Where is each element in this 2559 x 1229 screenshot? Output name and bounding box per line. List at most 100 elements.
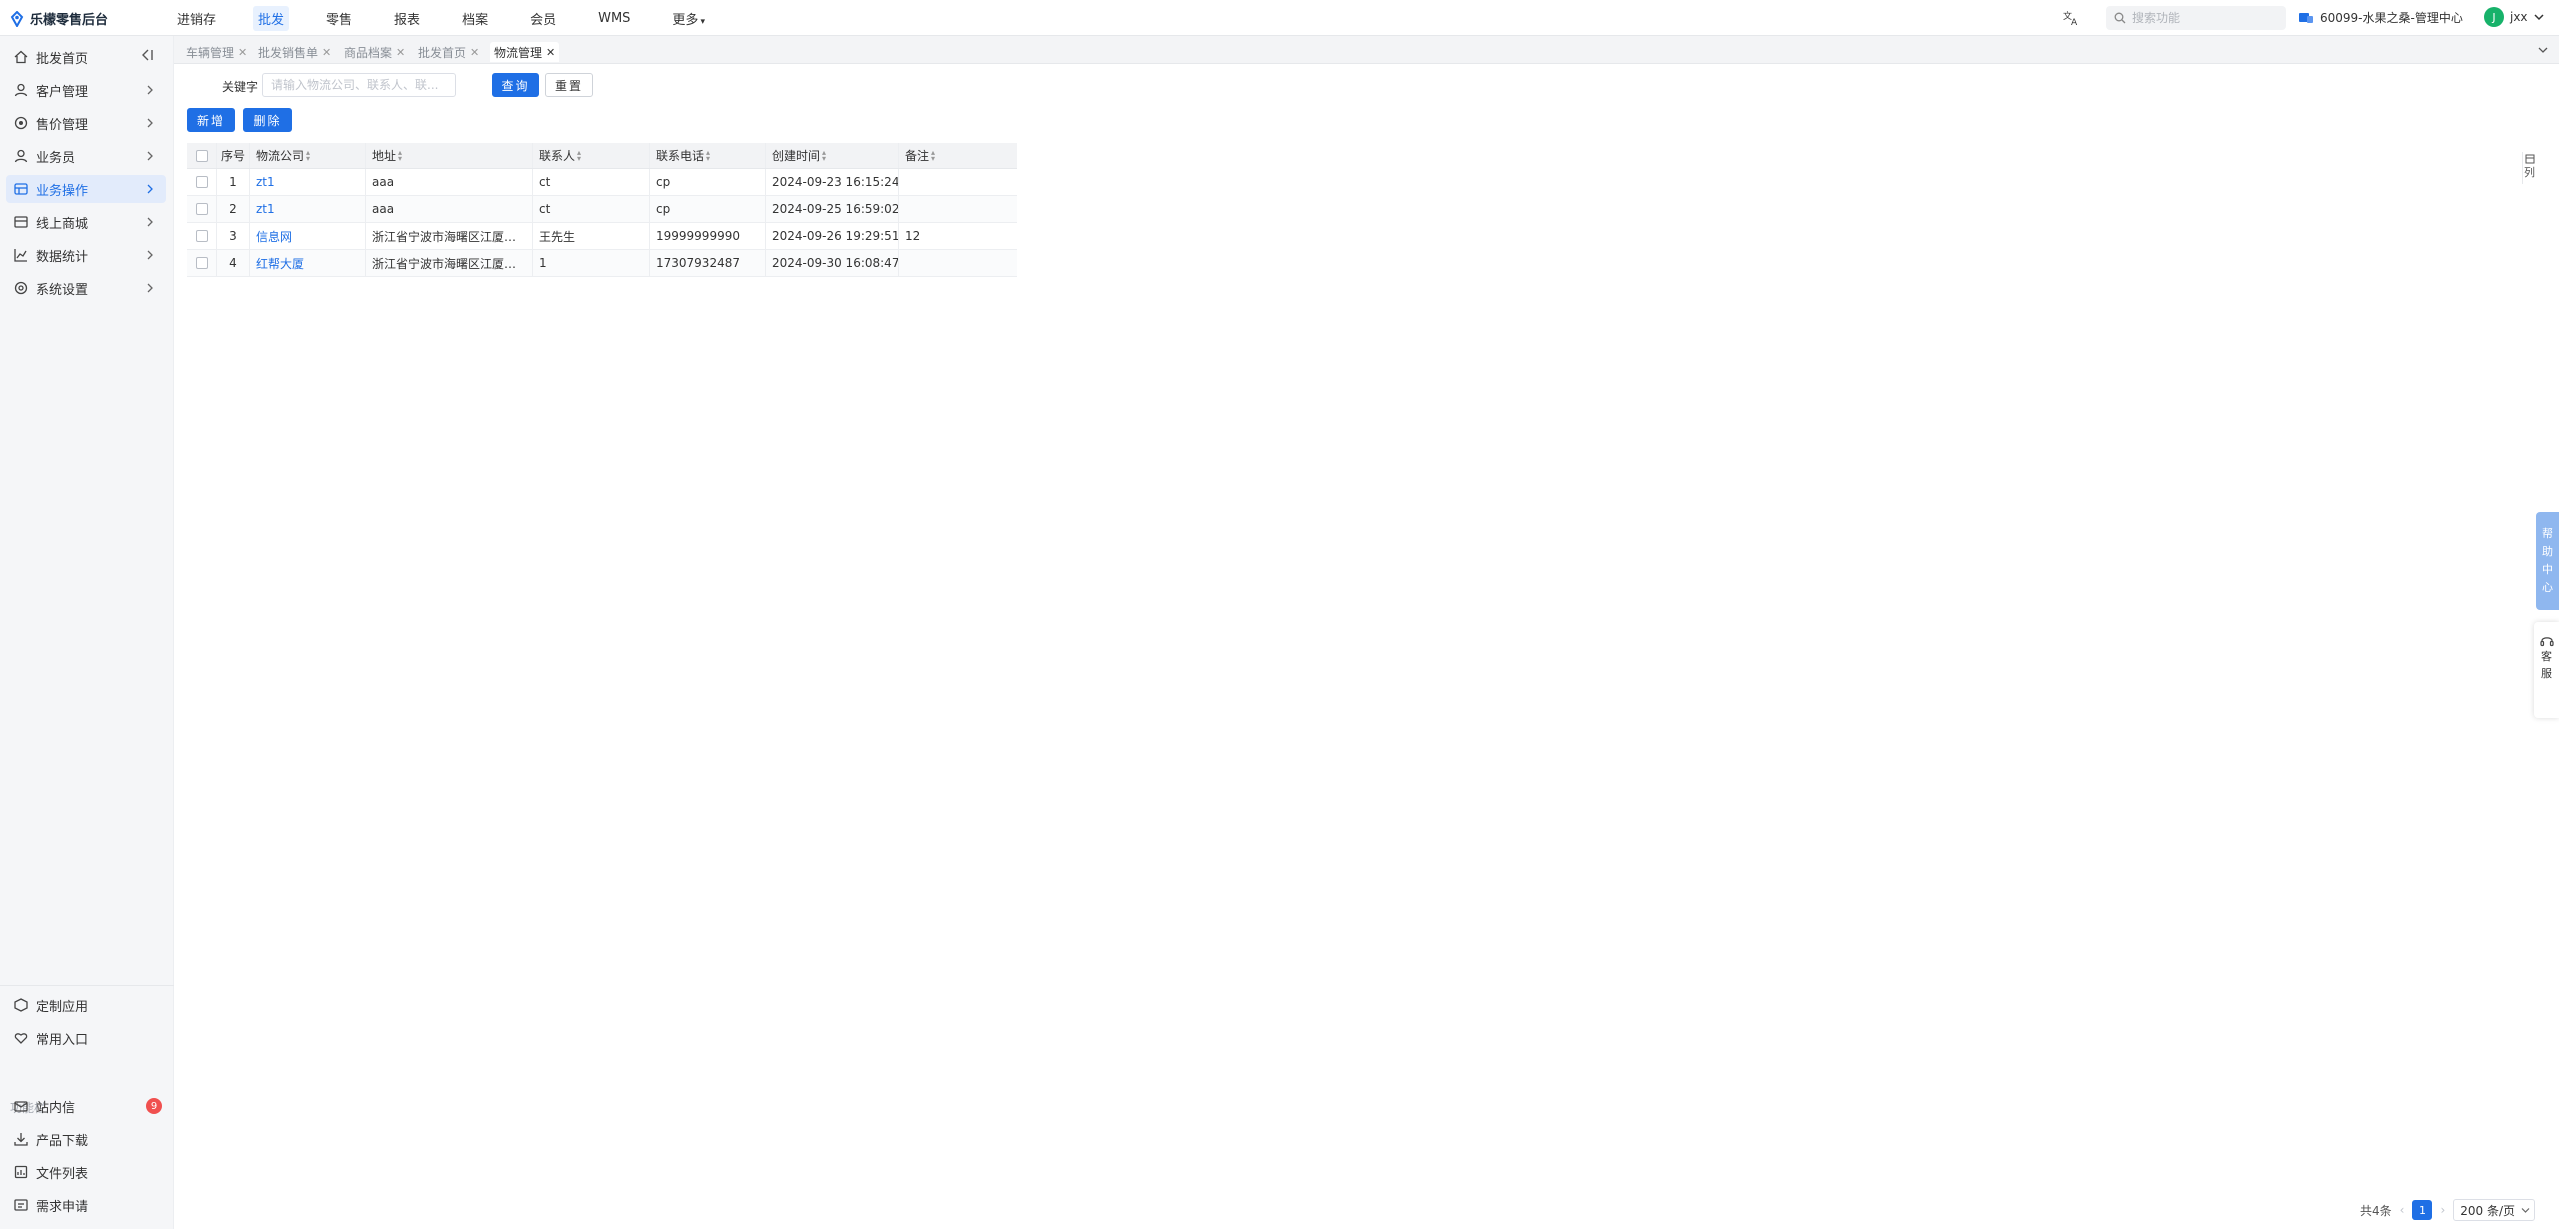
sidebar-item-online-mall[interactable]: 线上商城: [6, 208, 166, 236]
sidebar-item-label: 定制应用: [36, 999, 89, 1015]
user-icon: [14, 83, 28, 97]
chevron-right-icon: [147, 283, 153, 293]
tab-label: 车辆管理: [186, 45, 235, 60]
column-header-company[interactable]: 物流公司 ▴ ▾: [249, 143, 365, 168]
cell-address: aaa: [365, 196, 532, 222]
column-settings-button[interactable]: 列: [2522, 152, 2536, 184]
tab-wholesale-order[interactable]: 批发销售单 ✕: [254, 42, 335, 62]
sidebar-item-statistics[interactable]: 数据统计: [6, 241, 166, 269]
cell-note: [898, 250, 1017, 276]
keyword-input[interactable]: [262, 73, 456, 97]
company-link[interactable]: zt1: [256, 175, 275, 189]
query-button[interactable]: 查询: [492, 73, 539, 97]
sidebar-item-customers[interactable]: 客户管理: [6, 76, 166, 104]
sidebar-item-downloads[interactable]: 产品下载: [6, 1125, 166, 1153]
next-page-icon[interactable]: ›: [2440, 1203, 2445, 1217]
sidebar-item-file-list[interactable]: 文件列表: [6, 1158, 166, 1186]
nav-item-inventory[interactable]: 进销存: [172, 6, 221, 31]
column-header-note[interactable]: 备注 ▴ ▾: [898, 143, 1017, 168]
column-header-phone[interactable]: 联系电话 ▴ ▾: [649, 143, 765, 168]
sidebar-item-label: 数据统计: [36, 249, 89, 265]
sort-icon[interactable]: ▴ ▾: [931, 148, 935, 162]
sidebar-item-requests[interactable]: 需求申请: [6, 1191, 166, 1219]
row-checkbox[interactable]: [195, 203, 208, 215]
table-header: 序号 物流公司 ▴ ▾ 地址 ▴ ▾ 联系人 ▴ ▾ 联系电话 ▴ ▾ 创建时间 ▴ ▾ 备注 ▴ ▾: [187, 143, 1017, 169]
select-all-checkbox[interactable]: [195, 149, 208, 162]
table-row[interactable]: 2 zt1 aaa ct cp 2024-09-25 16:59:02: [187, 196, 1017, 223]
user-menu[interactable]: J jxx: [2484, 7, 2544, 27]
help-char: 帮: [2542, 527, 2553, 540]
chevron-right-icon: [147, 151, 153, 161]
cell-contact: ct: [532, 169, 649, 195]
cell-note: [898, 169, 1017, 195]
nav-item-reports[interactable]: 报表: [389, 6, 425, 31]
column-header-address[interactable]: 地址 ▴ ▾: [365, 143, 532, 168]
tab-logistics-management[interactable]: 物流管理 ✕: [490, 42, 560, 62]
sidebar-item-messages[interactable]: 站内信 9: [6, 1092, 166, 1120]
chevron-down-icon[interactable]: [2537, 44, 2549, 56]
row-checkbox[interactable]: [195, 230, 208, 242]
logo-icon: [10, 10, 24, 27]
nav-item-members[interactable]: 会员: [525, 6, 561, 31]
page-number-current[interactable]: 1: [2412, 1200, 2433, 1220]
column-header-created[interactable]: 创建时间 ▴ ▾: [765, 143, 898, 168]
function-search[interactable]: [2106, 6, 2286, 30]
close-icon[interactable]: ✕: [238, 46, 247, 59]
sidebar-item-settings[interactable]: 系统设置: [6, 274, 166, 302]
close-icon[interactable]: ✕: [396, 46, 405, 59]
sidebar-item-favorites[interactable]: 常用入口: [6, 1024, 166, 1052]
nav-item-retail[interactable]: 零售: [321, 6, 357, 31]
close-icon[interactable]: ✕: [470, 46, 479, 59]
page-size-select[interactable]: 200 条/页: [2453, 1199, 2536, 1221]
table-row[interactable]: 4 红帮大厦 浙江省宁波市海曙区江厦街... 1 17307932487 202…: [187, 250, 1017, 277]
download-icon: [14, 1133, 28, 1146]
sort-icon[interactable]: ▴ ▾: [398, 148, 402, 162]
add-button[interactable]: 新增: [187, 108, 235, 132]
sidebar-item-custom-apps[interactable]: 定制应用: [6, 991, 166, 1019]
nav-item-wholesale[interactable]: 批发: [253, 5, 290, 31]
price-icon: [14, 116, 28, 130]
row-checkbox[interactable]: [195, 176, 208, 188]
tab-label: 物流管理: [494, 45, 543, 60]
top-nav: 进销存 批发 零售 报表 档案 会员 WMS 更多 ▾: [172, 0, 742, 36]
app-logo[interactable]: 乐檬零售后台: [10, 9, 108, 28]
sort-icon[interactable]: ▴ ▾: [577, 148, 581, 162]
close-icon[interactable]: ✕: [546, 46, 555, 59]
sort-icon[interactable]: ▴ ▾: [306, 148, 310, 162]
function-search-input[interactable]: [2132, 11, 2272, 25]
sidebar-item-wholesale-home[interactable]: 批发首页: [6, 43, 166, 71]
prev-page-icon[interactable]: ‹: [2400, 1203, 2405, 1217]
nav-item-wms[interactable]: WMS: [593, 8, 635, 29]
chevron-right-icon: [147, 118, 153, 128]
sidebar-item-salesmen[interactable]: 业务员: [6, 142, 166, 170]
delete-button[interactable]: 删除: [243, 108, 292, 132]
sort-icon[interactable]: ▴ ▾: [822, 148, 826, 162]
pagination-total: 共4条: [2360, 1203, 2392, 1218]
table-row[interactable]: 3 信息网 浙江省宁波市海曙区江厦街... 王先生 19999999990 20…: [187, 223, 1017, 250]
sidebar-item-pricing[interactable]: 售价管理: [6, 109, 166, 137]
company-link[interactable]: 信息网: [256, 228, 292, 245]
sidebar-item-business-ops[interactable]: 业务操作: [6, 175, 166, 203]
help-center-tab[interactable]: 帮 助 中 心: [2536, 512, 2559, 610]
reset-button[interactable]: 重置: [545, 73, 593, 97]
tab-product-archive[interactable]: 商品档案 ✕: [340, 42, 409, 62]
company-link[interactable]: zt1: [256, 202, 275, 216]
store-switcher[interactable]: 60099-水果之桑-管理中心: [2298, 9, 2463, 26]
chevron-right-icon: [147, 85, 153, 95]
close-icon[interactable]: ✕: [322, 46, 331, 59]
nav-item-archive[interactable]: 档案: [457, 6, 493, 31]
cell-company: zt1: [249, 169, 365, 195]
column-header-contact[interactable]: 联系人 ▴ ▾: [532, 143, 649, 168]
sort-icon[interactable]: ▴ ▾: [706, 148, 710, 162]
tab-vehicle-management[interactable]: 车辆管理 ✕: [182, 42, 251, 62]
cell-company: 红帮大厦: [249, 250, 365, 276]
tab-wholesale-home[interactable]: 批发首页 ✕: [414, 42, 483, 62]
row-checkbox[interactable]: [195, 257, 208, 269]
nav-item-more[interactable]: 更多 ▾: [667, 6, 710, 31]
column-header-label: 联系人: [539, 149, 576, 163]
nav-more-label: 更多: [672, 12, 699, 28]
table-row[interactable]: 1 zt1 aaa ct cp 2024-09-23 16:15:24: [187, 169, 1017, 196]
customer-service-tab[interactable]: 客 服: [2534, 622, 2559, 718]
translate-icon[interactable]: 文 A: [2062, 9, 2080, 27]
company-link[interactable]: 红帮大厦: [256, 255, 304, 272]
